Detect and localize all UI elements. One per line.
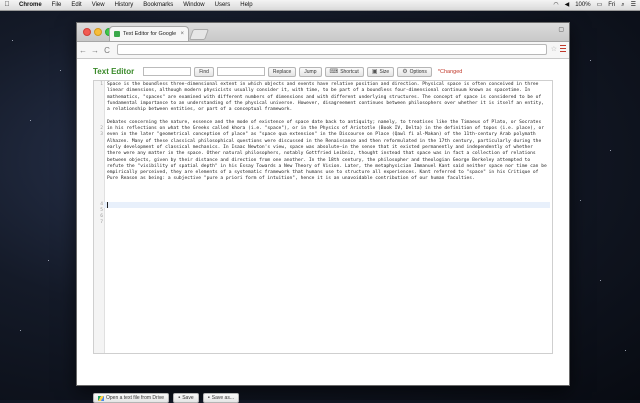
star <box>625 350 626 351</box>
editor-text: Space is the boundless three-dimensional… <box>104 82 550 208</box>
line-number: 5 <box>100 208 103 213</box>
tab-text-editor[interactable]: Text Editor for Google Dr × <box>109 26 189 41</box>
open-label: Open a text file from Drive <box>106 395 165 401</box>
shortcut-label: Shortcut <box>340 68 359 75</box>
jump-button[interactable]: Jump <box>299 66 322 77</box>
line-number: 7 <box>100 220 103 225</box>
browser-window: Text Editor for Google Dr × ▢ ← → C ☆ Te… <box>76 22 570 403</box>
line-number: 4 <box>100 202 103 207</box>
save-as-icon: ▪ <box>207 395 210 401</box>
battery-percent: 100% <box>575 2 591 8</box>
app-header: Text Editor Find Replace Jump ⌨ Shortcut … <box>93 65 553 78</box>
menu-history[interactable]: History <box>110 0 139 10</box>
menu-window[interactable]: Window <box>178 0 209 10</box>
bookmark-star-icon[interactable]: ☆ <box>551 45 557 53</box>
menu-view[interactable]: View <box>87 0 110 10</box>
back-icon[interactable]: ← <box>77 46 89 55</box>
find-label: Find <box>199 68 209 75</box>
resize-icon: ▣ <box>371 69 378 75</box>
editor-paragraph: Debates concerning the nature, essence a… <box>107 119 547 182</box>
profile-icon[interactable]: ▢ <box>558 26 564 33</box>
mac-menubar:  Chrome File Edit View History Bookmark… <box>0 0 640 11</box>
find-input[interactable] <box>143 67 192 76</box>
apple-icon[interactable]:  <box>0 0 14 10</box>
replace-button[interactable]: Replace <box>267 66 297 77</box>
volume-icon[interactable]: ◀ <box>565 0 570 10</box>
star <box>610 150 611 151</box>
line-number: 3 <box>100 132 103 137</box>
star <box>12 40 13 41</box>
menu-file[interactable]: File <box>47 0 67 10</box>
star <box>60 70 61 71</box>
star <box>20 330 21 331</box>
wifi-icon[interactable]: ◠ <box>553 0 558 10</box>
changed-status: *Changed <box>437 68 463 75</box>
address-bar[interactable] <box>117 44 547 55</box>
star <box>590 60 591 61</box>
options-button[interactable]: ⚙ Options <box>397 66 432 77</box>
tab-title: Text Editor for Google Dr <box>123 31 178 37</box>
star <box>600 280 601 281</box>
star <box>30 120 31 121</box>
menu-chrome[interactable]: Chrome <box>14 0 47 10</box>
close-window-button[interactable] <box>83 28 91 36</box>
save-label: Save <box>182 395 194 401</box>
replace-label: Replace <box>272 68 292 75</box>
replace-input[interactable] <box>216 67 265 76</box>
close-tab-icon[interactable]: × <box>180 31 184 37</box>
line-number: 1 <box>100 82 103 87</box>
size-label: Size <box>379 68 390 75</box>
find-button[interactable]: Find <box>194 66 214 77</box>
star <box>48 260 49 261</box>
menu-users[interactable]: Users <box>210 0 236 10</box>
editor-paragraph: Space is the boundless three-dimensional… <box>107 82 544 113</box>
save-as-button[interactable]: ▪ Save as... <box>202 393 239 403</box>
app-footer: Open a text file from Drive ▪ Save ▪ Save … <box>93 393 553 403</box>
app-title: Text Editor <box>93 67 135 76</box>
line-number: 6 <box>100 214 103 219</box>
minimize-window-button[interactable] <box>94 28 102 36</box>
tab-strip: Text Editor for Google Dr × ▢ <box>77 23 569 42</box>
chrome-menu-icon[interactable] <box>560 44 566 53</box>
active-cursor-line <box>104 201 550 208</box>
browser-toolbar: ← → C ☆ <box>77 42 569 59</box>
keyboard-icon: ⌨ <box>329 69 339 75</box>
text-editor-area[interactable]: 1 2 3 4 5 6 7 Space is the boundless thr… <box>93 80 553 354</box>
save-button[interactable]: ▪ Save <box>173 393 199 403</box>
menu-edit[interactable]: Edit <box>66 0 86 10</box>
shortcut-button[interactable]: ⌨ Shortcut <box>324 66 364 77</box>
reload-icon[interactable]: C <box>101 46 113 55</box>
menu-bookmarks[interactable]: Bookmarks <box>138 0 178 10</box>
jump-label: Jump <box>304 68 317 75</box>
clock[interactable]: Fri <box>608 0 615 10</box>
save-as-label: Save as... <box>211 395 234 401</box>
new-tab-button[interactable] <box>188 29 210 40</box>
options-label: Options <box>409 68 427 75</box>
battery-icon[interactable]: ▭ <box>597 0 603 10</box>
line-number: 2 <box>100 126 103 131</box>
app-favicon-icon <box>114 31 120 37</box>
page-content: Text Editor Find Replace Jump ⌨ Shortcut … <box>77 59 569 403</box>
wrench-icon: ⚙ <box>402 69 408 75</box>
line-number-gutter: 1 2 3 4 5 6 7 <box>94 81 105 353</box>
forward-icon[interactable]: → <box>89 46 101 55</box>
menu-help[interactable]: Help <box>235 0 257 10</box>
notifications-icon[interactable]: ☰ <box>631 0 636 10</box>
spotlight-icon[interactable]: ⌕ <box>621 0 624 10</box>
open-from-drive-button[interactable]: Open a text file from Drive <box>93 393 170 403</box>
star <box>580 200 581 201</box>
size-button[interactable]: ▣ Size <box>366 66 395 77</box>
save-icon: ▪ <box>178 395 181 401</box>
